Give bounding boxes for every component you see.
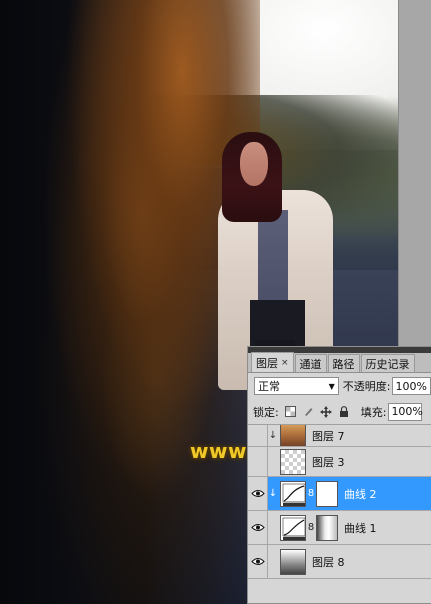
eye-icon[interactable] bbox=[248, 545, 268, 578]
woman-face bbox=[240, 142, 268, 186]
fill-input[interactable]: 100% bbox=[388, 402, 423, 421]
curves-adjustment-icon bbox=[280, 514, 306, 541]
layer-row[interactable]: ↓ 图层 7 bbox=[248, 425, 431, 447]
eye-icon[interactable] bbox=[248, 511, 268, 544]
layer-row[interactable]: ↓ 8 曲线 2 bbox=[248, 477, 431, 511]
blend-row: 正常 ▼ 不透明度: 100% bbox=[248, 373, 431, 399]
layers-list: ↓ 图层 7 图层 3 ↓ 8 曲线 2 8 曲线 1 图层 8 bbox=[248, 425, 431, 579]
lock-label: 锁定: bbox=[253, 405, 279, 419]
layer-thumbnail bbox=[280, 548, 306, 575]
blend-mode-value: 正常 bbox=[258, 380, 280, 393]
lock-row: 锁定: 填充: 100% bbox=[248, 399, 431, 425]
curves-adjustment-icon bbox=[280, 480, 306, 507]
tab-layers[interactable]: 图层 × bbox=[251, 352, 294, 372]
layer-row[interactable]: 图层 3 bbox=[248, 447, 431, 477]
layer-name[interactable]: 图层 8 bbox=[312, 554, 345, 570]
lock-all-icon[interactable] bbox=[338, 405, 351, 418]
layer-name[interactable]: 图层 3 bbox=[312, 454, 345, 470]
clipping-arrow-icon: ↓ bbox=[268, 430, 278, 441]
eye-icon[interactable] bbox=[248, 477, 268, 510]
layer-name[interactable]: 曲线 1 bbox=[344, 520, 377, 536]
tab-history[interactable]: 历史记录 bbox=[360, 354, 415, 372]
tab-channels-label: 通道 bbox=[299, 357, 322, 371]
layer-name[interactable]: 图层 7 bbox=[312, 428, 345, 444]
tab-channels[interactable]: 通道 bbox=[294, 354, 327, 372]
layer-name[interactable]: 曲线 2 bbox=[344, 486, 377, 502]
lock-move-icon[interactable] bbox=[320, 405, 333, 418]
lock-transparent-icon[interactable] bbox=[284, 405, 297, 418]
opacity-label: 不透明度: bbox=[342, 380, 391, 393]
chevron-down-icon: ▼ bbox=[328, 381, 335, 391]
layer-thumbnail bbox=[280, 425, 306, 446]
layers-panel: 图层 × 通道 路径 历史记录 正常 ▼ 不透明度: 100% 锁定: 填充: … bbox=[247, 346, 431, 604]
tab-history-label: 历史记录 bbox=[365, 357, 410, 371]
opacity-input[interactable]: 100% bbox=[392, 377, 431, 395]
blend-mode-select[interactable]: 正常 ▼ bbox=[254, 377, 339, 395]
fill-label: 填充: bbox=[360, 405, 387, 419]
close-icon[interactable]: × bbox=[281, 358, 289, 368]
tab-paths[interactable]: 路径 bbox=[327, 354, 360, 372]
layer-thumbnail bbox=[280, 448, 306, 475]
lock-brush-icon[interactable] bbox=[302, 405, 315, 418]
link-icon[interactable]: 8 bbox=[306, 488, 316, 499]
tab-layers-label: 图层 bbox=[256, 356, 278, 370]
layer-row[interactable]: 图层 8 bbox=[248, 545, 431, 579]
visibility-toggle[interactable] bbox=[248, 447, 268, 476]
layer-mask-thumbnail[interactable] bbox=[316, 514, 338, 541]
link-icon[interactable]: 8 bbox=[306, 522, 316, 533]
layer-row[interactable]: 8 曲线 1 bbox=[248, 511, 431, 545]
tab-paths-label: 路径 bbox=[332, 357, 355, 371]
clipping-arrow-icon: ↓ bbox=[268, 488, 278, 499]
layer-mask-thumbnail[interactable] bbox=[316, 480, 338, 507]
visibility-toggle[interactable] bbox=[248, 425, 268, 446]
panel-tabs: 图层 × 通道 路径 历史记录 bbox=[248, 352, 431, 373]
